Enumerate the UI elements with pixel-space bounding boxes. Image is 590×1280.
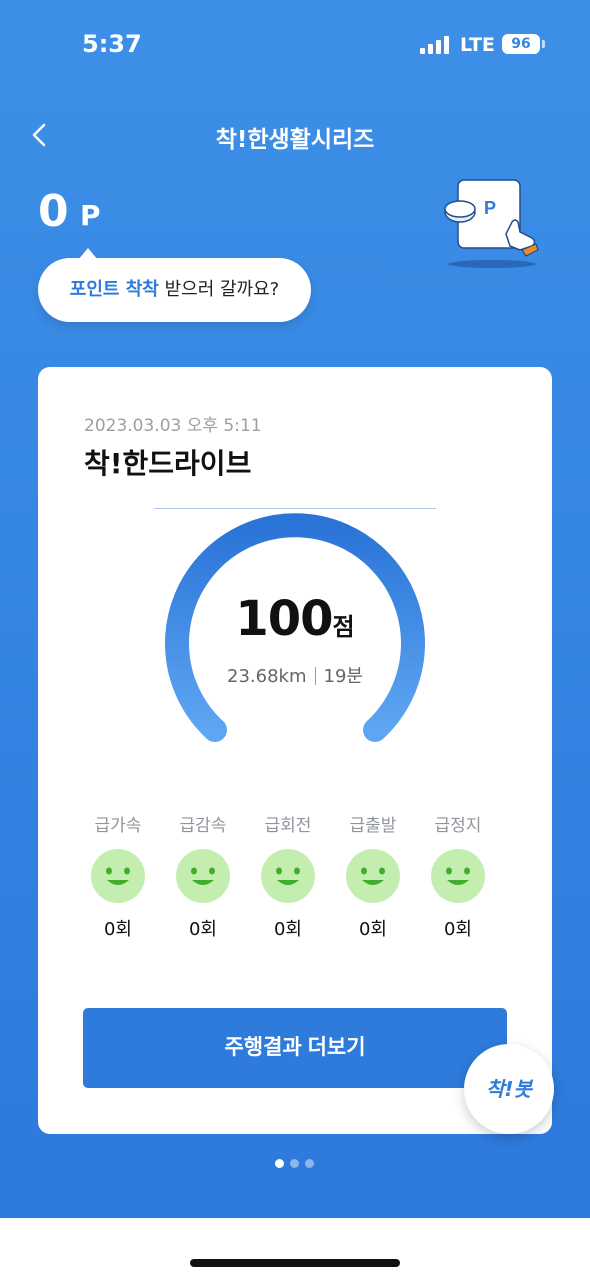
page-dot[interactable] — [275, 1159, 284, 1168]
drive-stats: 23.68km 19분 — [38, 662, 552, 688]
page-dot[interactable] — [305, 1159, 314, 1168]
event-count: 0회 — [443, 919, 472, 940]
event-count: 0회 — [358, 919, 387, 940]
status-time: 5:37 — [82, 30, 142, 58]
page-indicator[interactable] — [275, 1159, 317, 1169]
event-item: 급회전 0회 — [253, 811, 323, 941]
smiley-icon — [346, 849, 400, 903]
score-display: 100점 — [38, 591, 552, 647]
score-value: 100 — [235, 591, 333, 647]
smiley-icon — [176, 849, 230, 903]
view-drive-results-button[interactable]: 주행결과 더보기 — [83, 1008, 507, 1088]
points-value: 0 — [38, 186, 69, 237]
battery-icon: 96 — [502, 34, 545, 54]
app-screen: 5:37 LTE 96 착!한생활시리즈 0 P P 포인트 착착 받으러 갈까… — [0, 0, 590, 1218]
event-label: 급가속 — [94, 816, 142, 836]
event-count: 0회 — [188, 919, 217, 940]
event-item: 급정지 0회 — [423, 811, 493, 941]
duration-value: 19분 — [323, 666, 363, 687]
points-prompt-bubble[interactable]: 포인트 착착 받으러 갈까요? — [38, 248, 311, 322]
event-item: 급감속 0회 — [168, 811, 238, 941]
event-label: 급회전 — [264, 816, 312, 836]
chatbot-button[interactable]: 착!봇 — [464, 1044, 554, 1134]
drive-date: 2023.03.03 오후 5:11 — [84, 416, 262, 436]
bubble-highlight: 포인트 착착 — [69, 279, 159, 300]
event-label: 급감속 — [179, 816, 227, 836]
stats-divider — [314, 667, 316, 685]
drive-result-card: 2023.03.03 오후 5:11 착!한드라이브 100점 23.68km 1… — [38, 367, 552, 1134]
network-label: LTE — [460, 34, 495, 56]
event-label: 급출발 — [349, 816, 397, 836]
point-card-illustration-icon[interactable]: P — [440, 176, 544, 272]
smiley-icon — [431, 849, 485, 903]
event-count: 0회 — [273, 919, 302, 940]
score-unit: 점 — [332, 613, 355, 641]
home-indicator[interactable] — [190, 1259, 400, 1267]
page-dot[interactable] — [290, 1159, 299, 1168]
event-item: 급가속 0회 — [83, 811, 153, 941]
card-title: 착!한드라이브 — [84, 447, 252, 480]
event-count: 0회 — [103, 919, 132, 940]
bubble-text: 받으러 갈까요? — [158, 279, 280, 300]
driving-events: 급가속 0회 급감속 0회 급회전 0회 급출발 0회 급정지 0회 — [83, 811, 507, 941]
page-title: 착!한생활시리즈 — [215, 127, 375, 153]
points-unit: P — [80, 199, 101, 232]
smiley-icon — [91, 849, 145, 903]
distance-value: 23.68km — [227, 666, 307, 687]
event-item: 급출발 0회 — [338, 811, 408, 941]
smiley-icon — [261, 849, 315, 903]
svg-text:P: P — [484, 198, 496, 218]
event-label: 급정지 — [434, 816, 482, 836]
signal-icon — [420, 36, 450, 54]
